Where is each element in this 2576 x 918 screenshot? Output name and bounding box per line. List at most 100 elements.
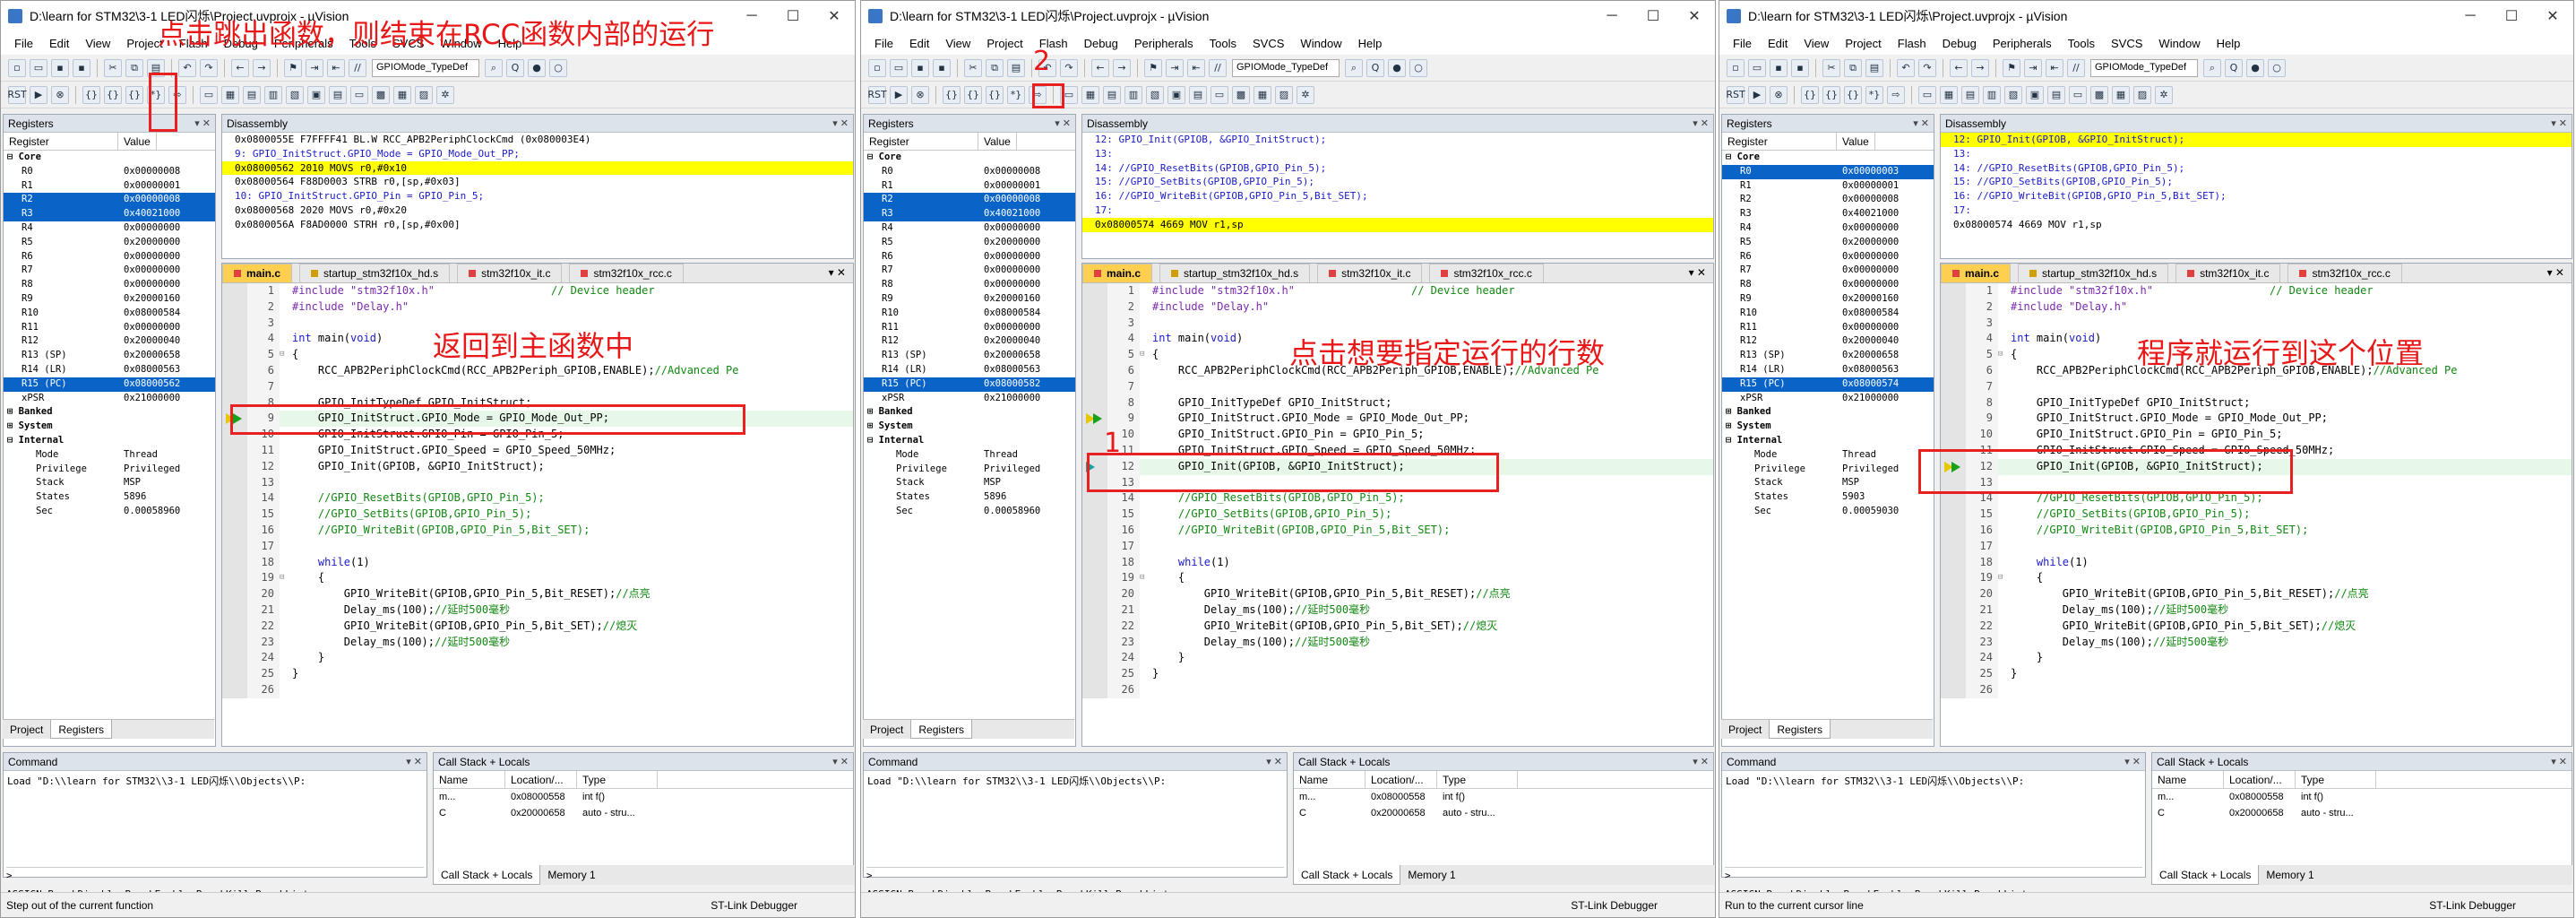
pane-controls[interactable]: ▾ ✕	[1266, 756, 1282, 767]
register-row[interactable]: R10 0x08000584	[864, 307, 1075, 321]
tabs-controls[interactable]: ▾ ✕	[2547, 266, 2564, 279]
col-type[interactable]: Type	[577, 771, 658, 788]
fold-marker[interactable]	[280, 490, 289, 507]
breakpoint-gutter[interactable]	[1082, 299, 1107, 316]
fold-marker[interactable]	[1998, 650, 2007, 666]
fold-marker[interactable]	[280, 539, 289, 555]
bookmark-icon[interactable]: ⚑	[284, 58, 302, 77]
trace-window-icon[interactable]: ▦	[393, 85, 411, 104]
save-icon[interactable]: ▪	[51, 58, 69, 77]
step-out-icon[interactable]: {}	[125, 85, 143, 104]
menu-edit[interactable]: Edit	[901, 37, 937, 50]
system-viewer-icon[interactable]: ▨	[2133, 85, 2151, 104]
register-row[interactable]: R1 0x00000001	[864, 179, 1075, 194]
minimize-icon[interactable]: ─	[2450, 8, 2491, 24]
fold-marker[interactable]	[1998, 427, 2007, 443]
col-location[interactable]: Location/...	[505, 771, 577, 788]
menu-help[interactable]: Help	[2209, 37, 2249, 50]
breakpoint-gutter[interactable]	[1941, 427, 1966, 443]
breakpoint-gutter[interactable]	[1941, 570, 1966, 587]
fold-marker[interactable]	[280, 395, 289, 411]
breakpoint-gutter[interactable]	[222, 442, 247, 459]
register-row[interactable]: R14 (LR) 0x08000563	[864, 363, 1075, 377]
registers-window-icon[interactable]: ▥	[264, 85, 282, 104]
breakpoint-gutter[interactable]	[1082, 554, 1107, 571]
callstack-row[interactable]: m... 0x08000558 int f()	[1294, 789, 1713, 805]
watch-window-icon[interactable]: ▣	[1167, 85, 1185, 104]
tree-group-core[interactable]: ⊟ Core	[864, 151, 1075, 165]
col-location[interactable]: Location/...	[1366, 771, 1437, 788]
copy-icon[interactable]: ⧉	[1844, 58, 1862, 77]
fold-marker[interactable]	[1140, 299, 1149, 316]
code-line[interactable]: 26	[1941, 681, 2572, 698]
breakpoint-gutter[interactable]	[1941, 299, 1966, 316]
internal-row[interactable]: States 5896	[4, 490, 215, 505]
pane-controls[interactable]: ▾ ✕	[2551, 756, 2567, 767]
watch-window-icon[interactable]: ▣	[307, 85, 325, 104]
tabs-controls[interactable]: ▾ ✕	[829, 266, 846, 279]
fold-marker[interactable]	[280, 507, 289, 523]
run-icon[interactable]: ▶	[30, 85, 47, 104]
save-all-icon[interactable]: ▪	[73, 58, 90, 77]
breakpoint-gutter[interactable]	[222, 634, 247, 651]
tree-group-system[interactable]: ⊞ System	[1722, 420, 1934, 434]
fold-marker[interactable]	[280, 475, 289, 491]
find-icon[interactable]: ⌕	[485, 58, 503, 77]
register-row[interactable]: R5 0x20000000	[4, 236, 215, 250]
code-line[interactable]: 20 GPIO_WriteBit(GPIOB,GPIO_Pin_5,Bit_RE…	[1082, 586, 1713, 602]
breakpoint-gutter[interactable]	[1082, 681, 1107, 698]
breakpoint-gutter[interactable]	[1082, 507, 1107, 523]
code-line[interactable]: 23 Delay_ms(100);//延时500毫秒	[1941, 634, 2572, 651]
breakpoint-gutter[interactable]	[222, 490, 247, 507]
serial-window-icon[interactable]: ▭	[1210, 85, 1228, 104]
outdent-icon[interactable]: ⇤	[327, 58, 345, 77]
stop-icon[interactable]: ⊗	[51, 85, 69, 104]
register-row[interactable]: xPSR 0x21000000	[4, 392, 215, 406]
menu-svcs[interactable]: SVCS	[2103, 37, 2150, 50]
disasm-line[interactable]: 0x0800056A F8AD0000 STRH r0,[sp,#0x00]	[222, 218, 853, 232]
menu-peripherals[interactable]: Peripherals	[1126, 37, 1202, 50]
breakpoint-gutter[interactable]	[222, 522, 247, 539]
internal-row[interactable]: States 5903	[1722, 490, 1934, 505]
register-row[interactable]: R12 0x20000040	[864, 334, 1075, 349]
command-input[interactable]: >	[866, 867, 1284, 883]
register-row[interactable]: R6 0x00000000	[1722, 250, 1934, 264]
code-line[interactable]: 21 Delay_ms(100);//延时500毫秒	[1082, 602, 1713, 619]
col-location[interactable]: Location/...	[2224, 771, 2296, 788]
command-window-icon[interactable]: ▭	[1918, 85, 1936, 104]
menu-view[interactable]: View	[77, 37, 118, 50]
disasm-line[interactable]: 0x08000568 2020 MOVS r0,#0x20	[222, 204, 853, 218]
code-line[interactable]: 24 }	[1941, 650, 2572, 667]
bookmark-icon[interactable]: ⚑	[2003, 58, 2020, 77]
register-row[interactable]: R0 0x00000008	[864, 165, 1075, 179]
register-row[interactable]: R15 (PC) 0x08000562	[4, 377, 215, 392]
fold-marker[interactable]	[1998, 586, 2007, 602]
breakpoint-gutter[interactable]	[222, 283, 247, 299]
show-next-statement-icon[interactable]: ⇨	[1887, 85, 1905, 104]
col-register[interactable]: Register	[1722, 133, 1837, 150]
symbols-window-icon[interactable]: ▤	[243, 85, 261, 104]
code-line[interactable]: 24 }	[222, 650, 853, 667]
fold-marker[interactable]	[280, 443, 289, 459]
new-file-icon[interactable]: ▫	[8, 58, 26, 77]
tree-group-banked[interactable]: ⊞ Banked	[4, 405, 215, 420]
indent-icon[interactable]: ⇥	[2024, 58, 2042, 77]
save-all-icon[interactable]: ▪	[933, 58, 951, 77]
code-line[interactable]: 3	[1941, 315, 2572, 332]
register-row[interactable]: xPSR 0x21000000	[1722, 392, 1934, 406]
fold-marker[interactable]	[1998, 299, 2007, 316]
analysis-window-icon[interactable]: ▩	[1232, 85, 1250, 104]
close-icon[interactable]: ✕	[2532, 7, 2573, 25]
tab-registers[interactable]: Registers	[1769, 720, 1831, 739]
breakpoint-gutter[interactable]	[1082, 283, 1107, 299]
breakpoint-gutter[interactable]	[1941, 411, 1966, 428]
register-row[interactable]: R5 0x20000000	[864, 236, 1075, 250]
fold-marker[interactable]	[1140, 363, 1149, 379]
fold-marker[interactable]	[1998, 459, 2007, 475]
fold-marker[interactable]	[280, 602, 289, 619]
internal-row[interactable]: Sec 0.00059030	[1722, 505, 1934, 519]
register-row[interactable]: R7 0x00000000	[1722, 264, 1934, 278]
disasm-line-current[interactable]: 12: GPIO_Init(GPIOB, &GPIO_InitStruct);	[1941, 133, 2572, 147]
comment-icon[interactable]: //	[1209, 58, 1227, 77]
col-register[interactable]: Register	[4, 133, 118, 150]
